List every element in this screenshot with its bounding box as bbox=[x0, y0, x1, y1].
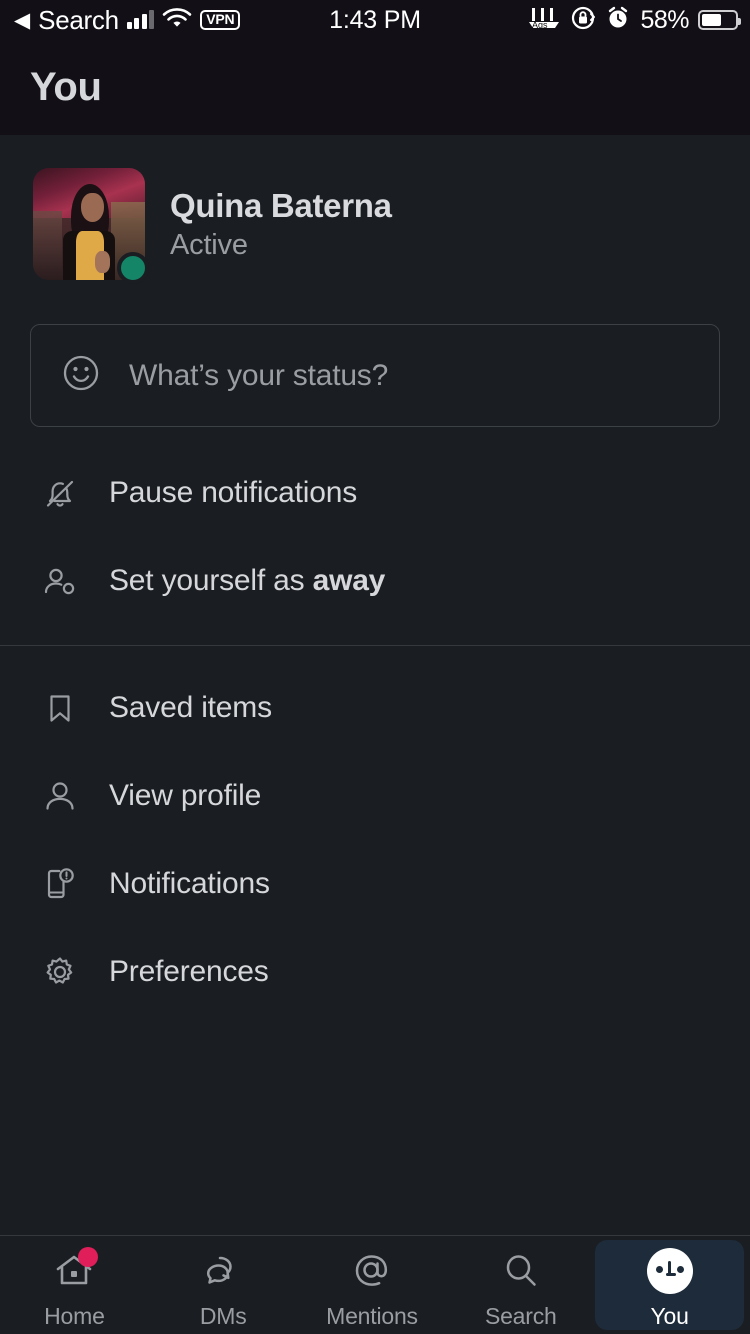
tab-home[interactable]: Home bbox=[0, 1236, 149, 1334]
person-icon bbox=[38, 774, 82, 818]
app-indicators-icon: Ags bbox=[527, 6, 561, 35]
bottom-tab-bar: Home DMs Mentions Search You bbox=[0, 1235, 750, 1334]
section-divider bbox=[0, 645, 750, 646]
tab-you[interactable]: You bbox=[595, 1240, 744, 1330]
status-input[interactable]: What’s your status? bbox=[30, 324, 720, 427]
tab-label: Home bbox=[44, 1302, 105, 1329]
svg-text:Ags: Ags bbox=[532, 20, 548, 30]
tab-label: Search bbox=[484, 1302, 557, 1329]
status-bar: ◀ Search VPN 1:43 PM Ags 58% bbox=[0, 0, 750, 40]
menu-item-saved-items[interactable]: Saved items bbox=[0, 664, 750, 752]
tab-label: DMs bbox=[199, 1302, 247, 1329]
gear-icon bbox=[38, 950, 82, 994]
tab-mentions[interactable]: Mentions bbox=[298, 1236, 447, 1334]
status-input-placeholder: What’s your status? bbox=[129, 358, 389, 392]
presence-indicator bbox=[117, 252, 149, 284]
page-title: You bbox=[30, 65, 102, 109]
profile-presence-label: Active bbox=[170, 228, 248, 261]
status-bar-right: Ags 58% bbox=[527, 0, 741, 40]
menu-item-pause-notifications[interactable]: Pause notifications bbox=[0, 449, 750, 537]
magnifier-icon bbox=[495, 1245, 547, 1297]
menu-group-2: Saved items View profile Notifications P… bbox=[0, 658, 750, 1016]
at-sign-icon bbox=[346, 1245, 398, 1297]
screen-lock-rotation-icon bbox=[570, 5, 596, 36]
menu-item-notifications[interactable]: Notifications bbox=[0, 840, 750, 928]
alarm-icon bbox=[605, 5, 631, 36]
home-badge bbox=[78, 1246, 99, 1267]
tab-search[interactable]: Search bbox=[446, 1236, 595, 1334]
menu-item-label: View profile bbox=[109, 779, 262, 812]
profile-name: Quina Baterna bbox=[170, 186, 392, 224]
home-icon bbox=[48, 1245, 100, 1297]
menu-item-label: Preferences bbox=[109, 955, 269, 988]
menu-item-preferences[interactable]: Preferences bbox=[0, 928, 750, 1016]
smiley-icon bbox=[59, 351, 103, 400]
avatar[interactable] bbox=[33, 168, 149, 284]
main-content: Quina Baterna Active What’s your status? bbox=[0, 135, 750, 1235]
menu-item-view-profile[interactable]: View profile bbox=[0, 752, 750, 840]
phone-notification-icon bbox=[38, 862, 82, 906]
battery-percent-label: 58% bbox=[640, 5, 689, 34]
bell-slash-icon bbox=[38, 471, 82, 515]
profile-row[interactable]: Quina Baterna Active bbox=[0, 135, 750, 284]
menu-item-set-away[interactable]: Set yourself as away bbox=[0, 537, 750, 625]
speech-bubbles-icon bbox=[197, 1245, 249, 1297]
menu-item-label: Set yourself as away bbox=[109, 564, 386, 597]
you-avatar-icon bbox=[644, 1245, 696, 1297]
app-screen: ◀ Search VPN 1:43 PM Ags 58% You Quina B… bbox=[0, 0, 750, 1334]
menu-item-label: Notifications bbox=[109, 867, 270, 900]
bookmark-icon bbox=[38, 686, 82, 730]
page-header: You bbox=[0, 40, 750, 135]
person-away-icon bbox=[38, 559, 82, 603]
menu-item-label: Saved items bbox=[109, 691, 272, 724]
tab-label: Mentions bbox=[326, 1302, 418, 1329]
tab-label: You bbox=[650, 1302, 689, 1329]
battery-icon bbox=[698, 10, 741, 30]
menu-item-label: Pause notifications bbox=[109, 476, 358, 509]
tab-dms[interactable]: DMs bbox=[149, 1236, 298, 1334]
menu-group-1: Pause notifications Set yourself as away bbox=[0, 427, 750, 625]
profile-text: Quina Baterna Active bbox=[145, 187, 392, 262]
